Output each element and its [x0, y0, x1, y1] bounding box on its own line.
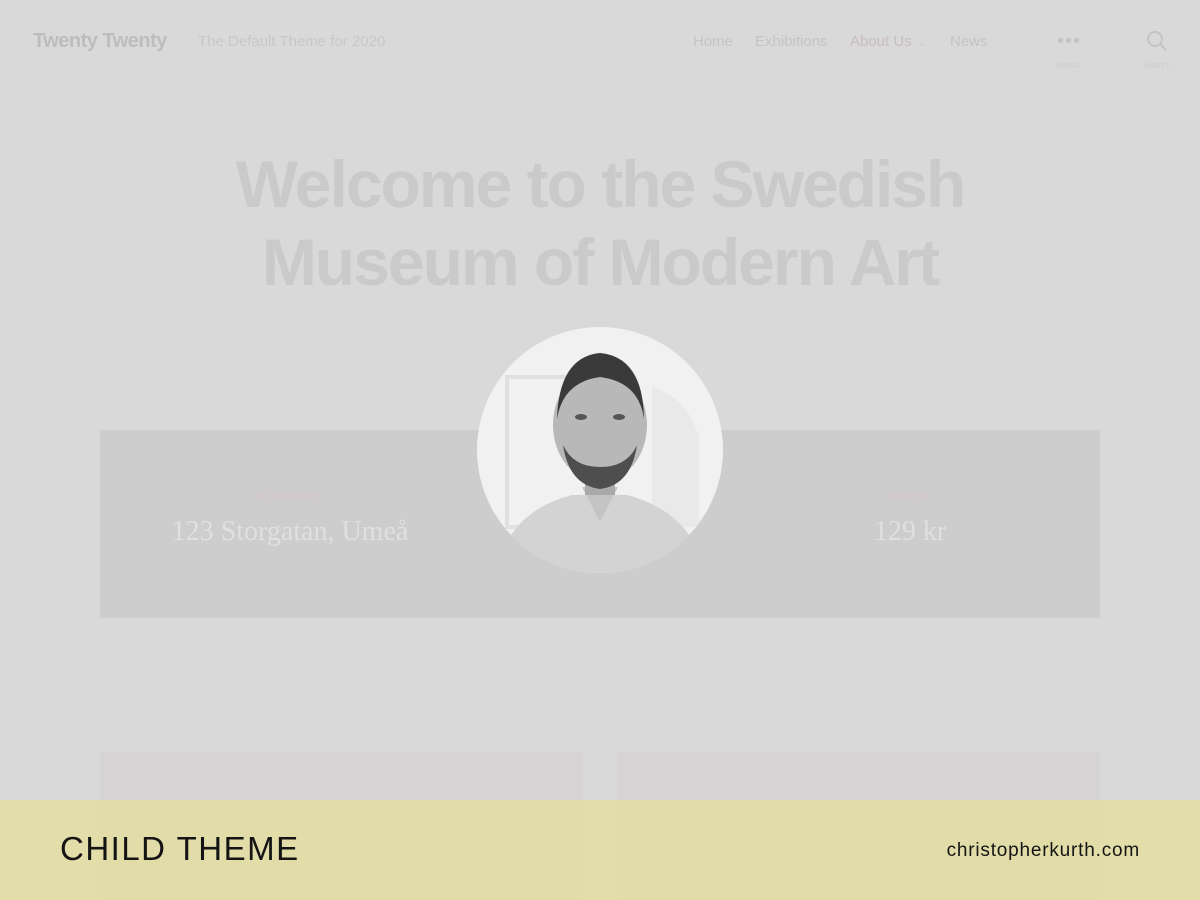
address-label: ADDRESS — [257, 490, 323, 504]
nav-item-exhibitions[interactable]: Exhibitions — [755, 33, 828, 50]
more-dots-icon — [1048, 30, 1088, 52]
site-header: Twenty Twenty The Default Theme for 2020… — [0, 0, 1200, 90]
child-theme-label: CHILD THEME — [60, 830, 300, 867]
promo-footer-band: CHILD THEME christopherkurth.com — [0, 800, 1200, 900]
price-label: PRICE — [889, 490, 931, 504]
site-tagline: The Default Theme for 2020 — [198, 33, 386, 50]
menu-label: Menu — [1056, 60, 1080, 70]
nav-item-home[interactable]: Home — [693, 33, 733, 50]
nav-item-news[interactable]: News — [950, 33, 988, 50]
menu-button[interactable]: Menu — [1048, 30, 1088, 70]
nav-item-about-us-label: About Us — [850, 33, 912, 50]
page-title-line-2: Museum of Modern Art — [261, 225, 940, 299]
page-title-line-1: Welcome to the Swedish — [235, 147, 967, 221]
chevron-down-icon: ⌄ — [917, 37, 927, 49]
address-block: ADDRESS 123 Storgatan, Umeå — [100, 490, 480, 548]
search-label: Search — [1142, 60, 1172, 70]
author-website-link[interactable]: christopherkurth.com — [947, 840, 1140, 862]
search-button[interactable]: Search — [1137, 30, 1177, 70]
nav-item-about-us[interactable]: About Us ⌄ — [850, 33, 927, 50]
price-block: PRICE 129 kr — [720, 490, 1100, 548]
price-value: 129 kr — [873, 516, 947, 547]
author-avatar-photo — [477, 327, 723, 573]
page-title: Welcome to the Swedish Museum of Modern … — [150, 145, 1050, 301]
address-value: 123 Storgatan, Umeå — [171, 516, 409, 547]
site-title[interactable]: Twenty Twenty — [33, 30, 167, 53]
search-icon — [1137, 30, 1177, 52]
